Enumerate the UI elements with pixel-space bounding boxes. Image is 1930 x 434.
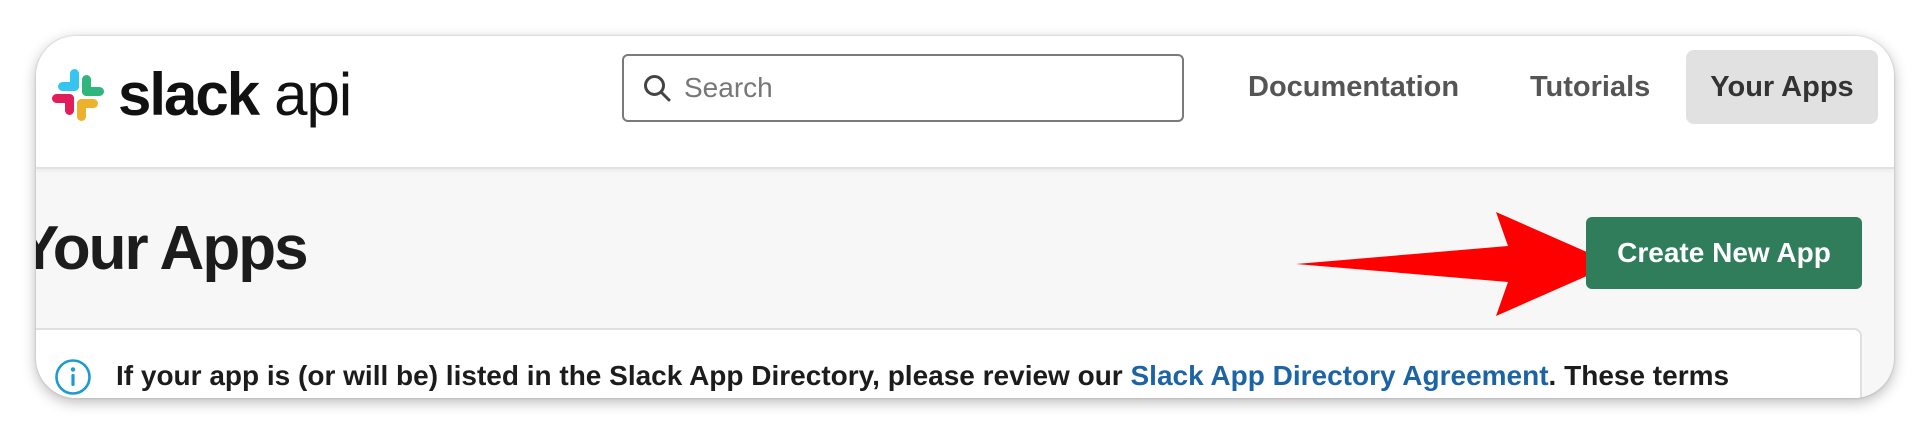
browser-window: slack api Documentation Tutorials Your A… [36,36,1894,398]
slack-logo-icon [52,69,104,121]
notice-text: If your app is (or will be) listed in th… [116,358,1729,394]
logo-wordmark: slack [118,61,260,128]
search-box[interactable] [622,54,1184,122]
info-icon [55,359,91,395]
nav-your-apps[interactable]: Your Apps [1686,50,1878,124]
annotation-arrow-icon [1296,212,1614,316]
search-input[interactable] [684,72,1164,104]
search-icon [644,75,671,102]
slack-api-logo[interactable]: slack api [50,61,352,128]
nav-tutorials[interactable]: Tutorials [1530,50,1650,124]
nav-documentation[interactable]: Documentation [1248,50,1459,124]
directory-agreement-notice: If your app is (or will be) listed in th… [36,328,1862,398]
notice-text-before: If your app is (or will be) listed in th… [116,360,1131,391]
create-new-app-button[interactable]: Create New App [1586,217,1862,289]
logo-suffix: api [274,61,352,128]
top-navigation-bar: slack api Documentation Tutorials Your A… [36,36,1894,169]
notice-text-after: . These terms [1548,360,1730,391]
page-title: Your Apps [36,214,309,283]
app-directory-agreement-link[interactable]: Slack App Directory Agreement [1130,360,1548,391]
